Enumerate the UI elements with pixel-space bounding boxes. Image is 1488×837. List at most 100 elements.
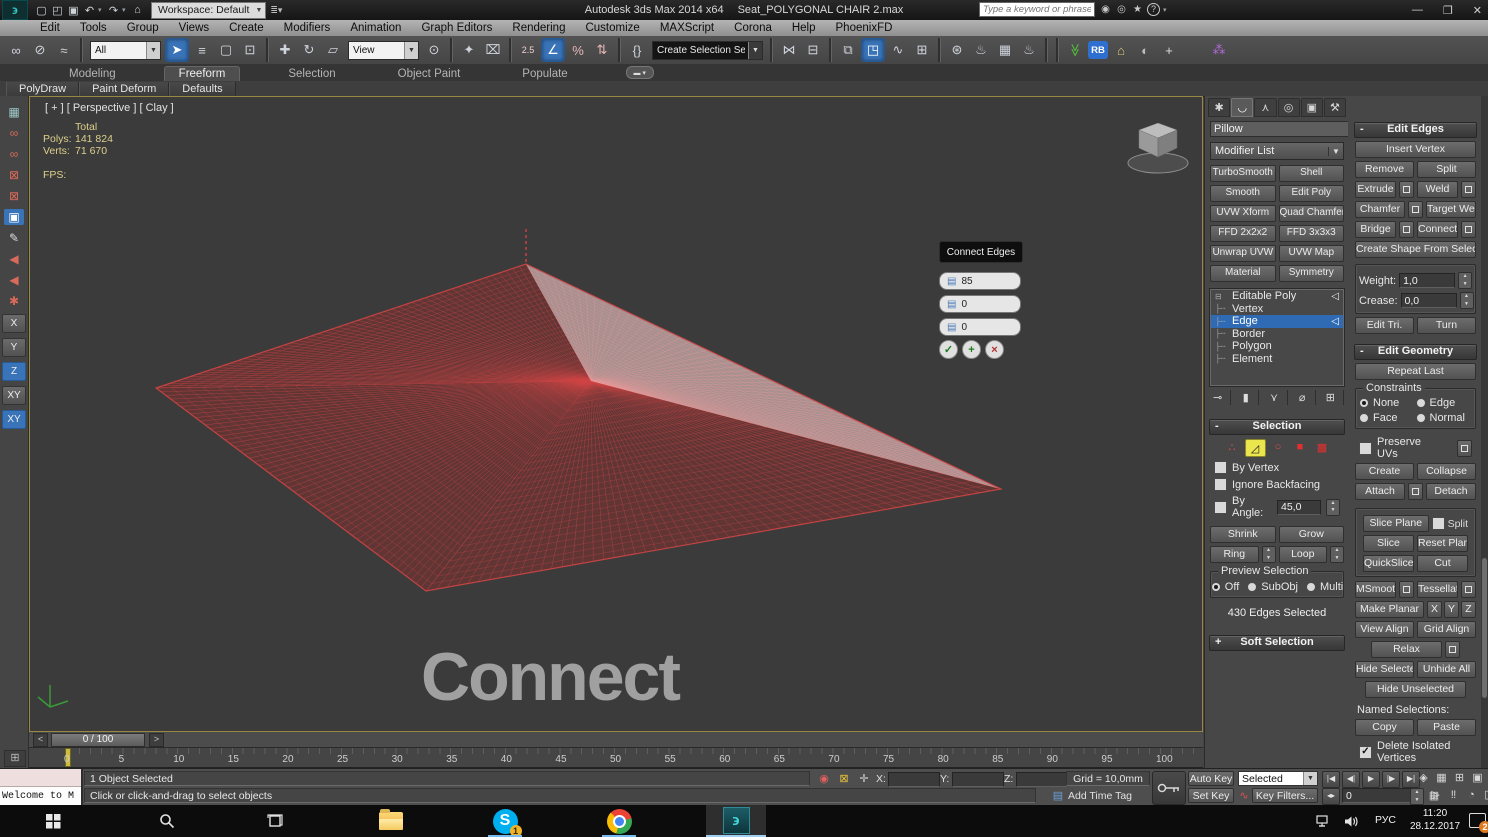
detach-button[interactable]: Detach	[1426, 483, 1476, 500]
go-to-start-button[interactable]: |◀	[1322, 771, 1340, 788]
open-file-icon[interactable]: ◰	[50, 3, 65, 18]
cut-button[interactable]: Cut	[1417, 555, 1468, 572]
remove-button[interactable]: Remove	[1355, 161, 1414, 178]
undo-icon[interactable]: ↶	[82, 3, 97, 18]
menu-tools[interactable]: Tools	[70, 21, 117, 36]
keyboard-language[interactable]: РУС	[1375, 814, 1396, 826]
undo-caret-icon[interactable]: ▾	[98, 6, 105, 14]
ribbon-tab-object-paint[interactable]: Object Paint	[384, 67, 475, 81]
msmooth-button[interactable]: MSmooth	[1355, 581, 1396, 598]
rectangular-selection-icon[interactable]: ▢	[215, 39, 237, 61]
create-shape-from-selection-button[interactable]: Create Shape From Selection	[1355, 241, 1476, 258]
grid-tools-icon[interactable]: ▦	[4, 104, 24, 120]
mute-animation-icon[interactable]: ◈	[1416, 771, 1431, 786]
modifier-button-turbosmooth[interactable]: TurboSmooth	[1210, 165, 1276, 182]
maxscript-mini-listener[interactable]: Welcome to M	[0, 769, 83, 806]
constraint-normal-radio[interactable]: Normal	[1415, 412, 1473, 424]
task-view-button[interactable]	[260, 808, 290, 834]
ignore-backfacing-checkbox[interactable]: Ignore Backfacing	[1214, 478, 1340, 491]
track-bar[interactable]: 0 5 10 15 20 25 30 35 40 45 50 55 60 65 70 75 80 85 90 95 10…	[29, 748, 1203, 768]
spinner-snap-icon[interactable]: ⇅	[591, 39, 613, 61]
modifier-button-uvw-xform[interactable]: UVW Xform	[1210, 205, 1276, 222]
menu-phoenixfd[interactable]: PhoenixFD	[826, 21, 903, 36]
stack-item-editable-poly[interactable]: ⊟ Editable Poly ◁	[1211, 290, 1343, 303]
make-planar-y-button[interactable]: Y	[1444, 601, 1459, 618]
menu-edit[interactable]: Edit	[30, 21, 70, 36]
make-planar-x-button[interactable]: X	[1427, 601, 1442, 618]
target-weld-button[interactable]: Target Weld	[1426, 201, 1476, 218]
workspace-flyout-icon[interactable]: ≣▾	[270, 5, 282, 16]
tab-motion-icon[interactable]: ◎	[1277, 98, 1300, 117]
hide-unselected-button[interactable]: Hide Unselected	[1365, 681, 1466, 698]
modifier-button-quad-chamfer[interactable]: Quad Chamfer	[1278, 205, 1344, 222]
add-time-tag[interactable]: Add Time Tag	[1068, 790, 1132, 802]
menu-maxscript[interactable]: MAXScript	[650, 21, 724, 36]
constraint-none-radio[interactable]: None	[1359, 397, 1416, 409]
constraint-face-radio[interactable]: Face	[1359, 412, 1416, 424]
constraint-edge-radio[interactable]: Edge	[1415, 397, 1473, 409]
y-coordinate-field[interactable]	[952, 772, 1004, 787]
axis-x-button[interactable]: X	[2, 314, 26, 333]
menu-modifiers[interactable]: Modifiers	[274, 21, 341, 36]
ring-button[interactable]: Ring	[1210, 546, 1259, 563]
axis-xy2-button[interactable]: XY	[2, 410, 26, 429]
modifier-button-symmetry[interactable]: Symmetry	[1278, 265, 1344, 282]
vertex-mode-icon[interactable]: ∴	[1223, 439, 1242, 455]
loop-button[interactable]: Loop	[1278, 546, 1327, 563]
undo-arrow-icon[interactable]: ◀	[4, 251, 24, 267]
weld-button[interactable]: Weld	[1417, 181, 1458, 198]
align-icon[interactable]: ⊟	[802, 39, 824, 61]
next-frame-button[interactable]: |▶	[1382, 771, 1400, 788]
volume-tray-icon[interactable]	[1336, 808, 1366, 834]
menu-corona[interactable]: Corona	[724, 21, 782, 36]
tessellate-button[interactable]: Tessellate	[1417, 581, 1458, 598]
attach-settings-button[interactable]	[1408, 483, 1423, 500]
workspace-dropdown[interactable]: Workspace: Default ▼	[151, 1, 267, 19]
menu-help[interactable]: Help	[782, 21, 826, 36]
crease-spinner[interactable]: ▲ ▼	[1459, 292, 1474, 309]
chamfer-button[interactable]: Chamfer	[1355, 201, 1405, 218]
named-selection-set-dropdown[interactable]: Create Selection Se ▼	[652, 40, 763, 60]
by-angle-spinner[interactable]: ▲ ▼	[1326, 498, 1340, 516]
lock-selection-icon[interactable]: ⊠	[4, 167, 24, 183]
weld-settings-button[interactable]	[1461, 181, 1476, 198]
layer-manager-icon[interactable]: ⧉	[837, 39, 859, 61]
frame-spinner[interactable]: ▲ ▼	[1410, 788, 1424, 805]
start-button[interactable]	[38, 808, 68, 834]
menu-group[interactable]: Group	[117, 21, 169, 36]
caddy-ok-button[interactable]: ✓	[939, 340, 958, 359]
3dsmax-taskbar-button[interactable]: ϶	[706, 805, 766, 837]
redo-icon[interactable]: ↷	[106, 3, 121, 18]
taskbar-clock[interactable]: 11:20 28.12.2017	[1404, 807, 1466, 833]
corona-add-icon[interactable]: +	[1158, 39, 1180, 61]
slice-button[interactable]: Slice	[1363, 535, 1414, 552]
panel-scrollbar-thumb[interactable]	[1482, 558, 1487, 698]
search-input[interactable]	[979, 2, 1095, 17]
named-selection-sets-icon[interactable]: {}	[626, 39, 648, 61]
current-frame-field[interactable]	[1342, 788, 1414, 803]
stack-item-border[interactable]: ├┄ Border	[1211, 328, 1343, 341]
help-icon-caret[interactable]: ▾	[1163, 6, 1170, 14]
ik-chain2-icon[interactable]: ∞	[4, 146, 24, 162]
phoenixfd-icon[interactable]: ⁂	[1208, 39, 1230, 61]
communication-center-icon[interactable]: ◎	[1115, 4, 1128, 15]
attach-button[interactable]: Attach	[1355, 483, 1405, 500]
ribbon-subtab-defaults[interactable]: Defaults	[169, 81, 236, 96]
by-vertex-checkbox[interactable]: By Vertex	[1214, 461, 1340, 474]
turn-button[interactable]: Turn	[1417, 317, 1476, 334]
chrome-button[interactable]	[604, 808, 634, 834]
paste-button[interactable]: Paste	[1417, 719, 1476, 736]
frame-selected-icon[interactable]: ⊞	[1452, 771, 1467, 786]
perspective-viewport[interactable]: [ + ] [ Perspective ] [ Clay ] Total Pol…	[29, 96, 1203, 732]
stack-item-element[interactable]: ├┄ Element	[1211, 353, 1343, 366]
reference-coordinate-dropdown[interactable]: View ▼	[348, 40, 419, 60]
caddy-pinch-field[interactable]: ▤ 0	[939, 295, 1021, 313]
caddy-slide-field[interactable]: ▤ 0	[939, 318, 1021, 336]
create-button[interactable]: Create	[1355, 463, 1414, 480]
grow-button[interactable]: Grow	[1278, 526, 1344, 543]
selection-lock-icon[interactable]: ⊠	[836, 771, 852, 786]
bridge-button[interactable]: Bridge	[1355, 221, 1396, 238]
preserve-uvs-checkbox[interactable]	[1359, 441, 1372, 455]
menu-graph-editors[interactable]: Graph Editors	[411, 21, 502, 36]
set-keys-button[interactable]	[1152, 771, 1186, 805]
